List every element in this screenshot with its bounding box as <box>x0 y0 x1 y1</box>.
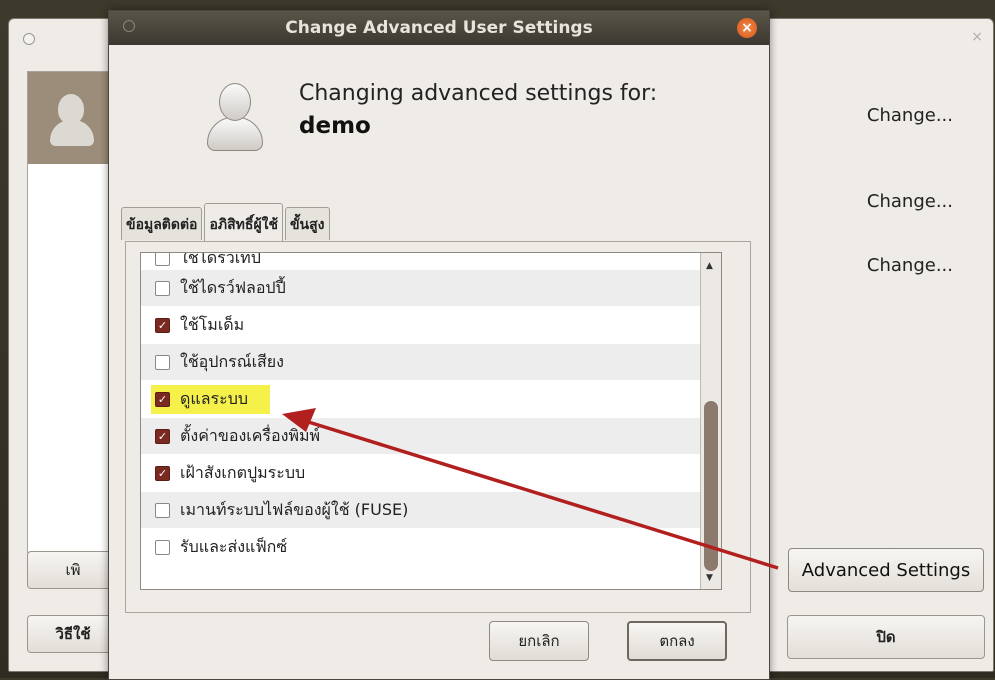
user-avatar-icon <box>201 77 265 151</box>
help-button[interactable]: วิธีใช้ <box>27 615 119 653</box>
checkbox-checked[interactable]: ✓ <box>155 317 170 333</box>
list-item-label: ใช้โมเด็ม <box>180 314 245 334</box>
scrollbar[interactable]: ▲ ▼ <box>700 253 721 589</box>
checkbox-checked[interactable]: ✓ <box>155 428 170 444</box>
checkbox-checked[interactable]: ✓ <box>155 465 170 481</box>
change-account-type-button[interactable]: Change... <box>867 255 953 276</box>
scroll-down-icon[interactable]: ▼ <box>706 573 713 583</box>
dialog-title: Change Advanced User Settings <box>285 18 593 38</box>
privileges-panel: ใช้ไดรว์เทป ใช้ไดรว์ฟลอปปี้ ✓ ใช้โมเด็ม ใ… <box>125 241 751 613</box>
list-item-highlighted[interactable]: ✓ ดูแลระบบ <box>141 381 721 418</box>
close-icon[interactable]: × <box>737 18 757 38</box>
list-item[interactable]: ใช้ไดรว์เทป <box>141 252 721 270</box>
list-item-label: ใช้ไดรว์เทป <box>180 252 261 267</box>
cancel-button[interactable]: ยกเลิก <box>489 621 589 661</box>
dialog-titlebar[interactable]: Change Advanced User Settings × <box>109 11 769 45</box>
list-item-label: ตั้งค่าของเครื่องพิมพ์ <box>180 425 321 445</box>
list-item-label: ดูแลระบบ <box>180 388 249 408</box>
tab-privileges[interactable]: อภิสิทธิ์ผู้ใช้ <box>204 203 283 244</box>
list-item[interactable]: ✓ ตั้งค่าของเครื่องพิมพ์ <box>141 418 721 455</box>
close-icon[interactable]: × <box>971 29 983 45</box>
checkbox[interactable] <box>155 539 170 555</box>
tab-bar: ข้อมูลติดต่อ อภิสิทธิ์ผู้ใช้ ขั้นสูง <box>121 203 332 244</box>
username-label: demo <box>299 113 371 139</box>
scroll-up-icon[interactable]: ▲ <box>706 261 713 271</box>
scrollbar-thumb[interactable] <box>704 401 718 571</box>
checkbox[interactable] <box>155 253 170 266</box>
tab-advanced[interactable]: ขั้นสูง <box>284 207 330 240</box>
list-item-label: ใช้ไดรว์ฟลอปปี้ <box>180 277 286 297</box>
user-list-item-selected[interactable] <box>28 72 120 164</box>
add-user-button[interactable]: เพิ <box>27 551 119 589</box>
checkbox[interactable] <box>155 354 170 370</box>
window-menu-icon[interactable] <box>123 20 135 32</box>
list-item-label: เฝ้าสังเกตปูมระบบ <box>180 462 306 482</box>
checkbox[interactable] <box>155 502 170 518</box>
user-list[interactable] <box>27 71 121 553</box>
checkbox-checked[interactable]: ✓ <box>155 391 170 407</box>
list-item-label: ใช้อุปกรณ์เสียง <box>180 351 284 371</box>
list-item[interactable]: ✓ ใช้โมเด็ม <box>141 307 721 344</box>
privileges-list[interactable]: ใช้ไดรว์เทป ใช้ไดรว์ฟลอปปี้ ✓ ใช้โมเด็ม ใ… <box>140 252 722 590</box>
close-button[interactable]: ปิด <box>787 615 985 659</box>
list-item[interactable]: ใช้อุปกรณ์เสียง <box>141 344 721 381</box>
list-item[interactable]: เมานท์ระบบไฟล์ของผู้ใช้ (FUSE) <box>141 492 721 529</box>
checkbox[interactable] <box>155 280 170 296</box>
list-item[interactable]: ใช้ไดรว์ฟลอปปี้ <box>141 270 721 307</box>
advanced-settings-button[interactable]: Advanced Settings <box>788 548 984 592</box>
list-item-label: รับและส่งแฟ็กซ์ <box>180 536 288 556</box>
window-menu-icon[interactable] <box>23 33 35 45</box>
highlight-marker: ✓ ดูแลระบบ <box>151 384 271 414</box>
list-item-label: เมานท์ระบบไฟล์ของผู้ใช้ (FUSE) <box>180 499 409 519</box>
change-name-button[interactable]: Change... <box>867 105 953 126</box>
header-text: Changing advanced settings for: <box>299 81 658 106</box>
list-item[interactable]: ✓ เฝ้าสังเกตปูมระบบ <box>141 455 721 492</box>
advanced-settings-dialog: Change Advanced User Settings × Changing… <box>108 10 770 680</box>
change-password-button[interactable]: Change... <box>867 191 953 212</box>
list-item[interactable]: รับและส่งแฟ็กซ์ <box>141 529 721 566</box>
ok-button[interactable]: ตกลง <box>627 621 727 661</box>
tab-contact[interactable]: ข้อมูลติดต่อ <box>121 207 203 240</box>
